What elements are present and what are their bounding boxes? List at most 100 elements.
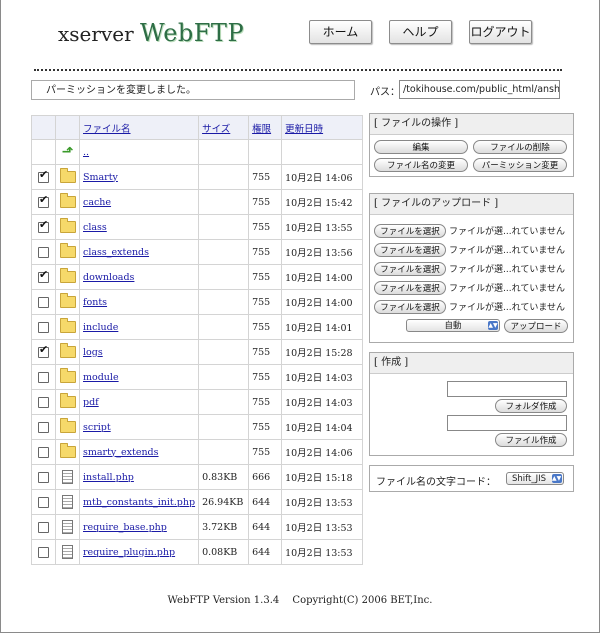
table-row: script 755 10月2日 14:04 — [31, 414, 364, 440]
select-checkbox-cell[interactable] — [31, 464, 56, 490]
select-checkbox[interactable] — [38, 371, 49, 383]
file-name-link[interactable]: pdf — [83, 397, 99, 408]
file-name-input[interactable] — [447, 415, 567, 431]
select-checkbox[interactable] — [38, 471, 49, 483]
file-name-cell[interactable]: module — [78, 364, 200, 390]
select-checkbox[interactable] — [38, 546, 49, 558]
file-name-cell[interactable]: smarty_extends — [78, 439, 200, 465]
file-name-cell[interactable]: Smarty — [78, 164, 200, 190]
select-checkbox[interactable] — [38, 421, 49, 433]
parent-dir-link[interactable]: .. — [83, 147, 89, 158]
file-name-cell[interactable]: downloads — [78, 264, 200, 290]
select-checkbox[interactable] — [38, 343, 49, 358]
select-checkbox-cell[interactable] — [31, 289, 56, 315]
file-name-cell[interactable]: require_base.php — [78, 514, 200, 540]
file-name-link[interactable]: install.php — [83, 472, 134, 483]
file-name-link[interactable]: include — [83, 322, 118, 333]
select-checkbox-cell[interactable] — [31, 539, 56, 565]
file-name-cell[interactable]: fonts — [78, 289, 200, 315]
sort-perm-link[interactable]: 権限 — [252, 124, 271, 135]
file-name-link[interactable]: cache — [83, 197, 111, 208]
file-name-link[interactable]: require_base.php — [83, 522, 167, 533]
sort-date-link[interactable]: 更新日時 — [285, 124, 323, 135]
select-checkbox-cell[interactable] — [31, 439, 56, 465]
choose-file-button[interactable]: ファイルを選択 — [374, 299, 446, 314]
file-name-link[interactable]: fonts — [83, 297, 107, 308]
file-name-cell[interactable]: require_plugin.php — [78, 539, 200, 565]
delete-file-button[interactable]: ファイルの削除 — [473, 140, 567, 154]
file-name-cell[interactable]: include — [78, 314, 200, 340]
header-size[interactable]: サイズ — [198, 115, 250, 140]
file-name-link[interactable]: mtb_constants_init.php — [83, 497, 195, 508]
select-checkbox[interactable] — [38, 168, 49, 183]
create-file-button[interactable]: ファイル作成 — [495, 433, 567, 447]
file-name-link[interactable]: logs — [83, 347, 103, 358]
select-checkbox-cell[interactable] — [31, 514, 56, 540]
edit-button[interactable]: 編集 — [374, 140, 468, 154]
home-button[interactable]: ホーム — [309, 20, 372, 44]
select-checkbox[interactable] — [38, 496, 49, 508]
file-name-cell[interactable]: logs — [78, 339, 200, 365]
select-checkbox[interactable] — [38, 193, 49, 208]
up-arrow-icon[interactable]: ⬏ — [62, 144, 74, 160]
logout-button[interactable]: ログアウト — [469, 20, 532, 44]
create-folder-button[interactable]: フォルダ作成 — [495, 399, 567, 413]
file-name-link[interactable]: Smarty — [83, 172, 118, 183]
select-checkbox-cell[interactable] — [31, 214, 56, 240]
select-checkbox[interactable] — [38, 296, 49, 308]
transfer-mode-select[interactable]: 自動 ▲▼ — [406, 319, 500, 332]
select-checkbox-cell[interactable] — [31, 364, 56, 390]
file-name-link[interactable]: smarty_extends — [83, 447, 159, 458]
select-checkbox-cell[interactable] — [31, 414, 56, 440]
header-perm[interactable]: 権限 — [248, 115, 283, 140]
select-checkbox-cell[interactable] — [31, 339, 56, 365]
select-checkbox[interactable] — [38, 446, 49, 458]
choose-file-button[interactable]: ファイルを選択 — [374, 223, 446, 238]
path-input[interactable]: /tokihouse.com/public_html/anshop — [399, 80, 560, 99]
change-permission-button[interactable]: パーミッション変更 — [473, 158, 567, 172]
file-name-cell[interactable]: mtb_constants_init.php — [78, 489, 200, 515]
rename-file-button[interactable]: ファイル名の変更 — [374, 158, 468, 172]
file-name-cell[interactable]: cache — [78, 189, 200, 215]
sort-name-link[interactable]: ファイル名 — [83, 124, 131, 135]
file-name-link[interactable]: module — [83, 372, 119, 383]
file-name-cell[interactable]: pdf — [78, 389, 200, 415]
select-checkbox[interactable] — [38, 321, 49, 333]
file-name-link[interactable]: require_plugin.php — [83, 547, 175, 558]
select-checkbox[interactable] — [38, 218, 49, 233]
no-file-text: ファイルが選...れていません — [449, 284, 566, 294]
select-checkbox-cell[interactable] — [31, 164, 56, 190]
file-name-link[interactable]: script — [83, 422, 111, 433]
select-checkbox-cell[interactable] — [31, 489, 56, 515]
choose-file-button[interactable]: ファイルを選択 — [374, 280, 446, 295]
select-checkbox-cell[interactable] — [31, 264, 56, 290]
file-name-cell[interactable]: script — [78, 414, 200, 440]
type-icon-cell — [55, 414, 80, 440]
parent-dir-cell[interactable]: .. — [78, 139, 200, 165]
select-checkbox[interactable] — [38, 521, 49, 533]
file-name-link[interactable]: class — [83, 222, 107, 233]
file-name-link[interactable]: class_extends — [83, 247, 149, 258]
file-name-cell[interactable]: install.php — [78, 464, 200, 490]
folder-name-input[interactable] — [447, 381, 567, 397]
choose-file-button[interactable]: ファイルを選択 — [374, 261, 446, 276]
upload-button[interactable]: アップロード — [504, 319, 568, 333]
select-checkbox-cell[interactable] — [31, 389, 56, 415]
select-checkbox[interactable] — [38, 396, 49, 408]
select-checkbox-cell[interactable] — [31, 314, 56, 340]
select-checkbox[interactable] — [38, 268, 49, 283]
header-name[interactable]: ファイル名 — [78, 115, 200, 140]
file-name-cell[interactable]: class_extends — [78, 239, 200, 265]
select-checkbox[interactable] — [38, 246, 49, 258]
select-checkbox-cell[interactable] — [31, 239, 56, 265]
choose-file-button[interactable]: ファイルを選択 — [374, 242, 446, 257]
charset-select[interactable]: Shift_JIS ▲▼ — [506, 472, 564, 485]
sort-size-link[interactable]: サイズ — [202, 124, 230, 135]
header-date[interactable]: 更新日時 — [281, 115, 364, 140]
transfer-mode-value: 自動 — [444, 321, 462, 331]
select-checkbox-cell[interactable] — [31, 189, 56, 215]
file-name-cell[interactable]: class — [78, 214, 200, 240]
help-button[interactable]: ヘルプ — [389, 20, 452, 44]
parent-dir-icon-cell[interactable]: ⬏ — [55, 139, 80, 165]
file-name-link[interactable]: downloads — [83, 272, 134, 283]
